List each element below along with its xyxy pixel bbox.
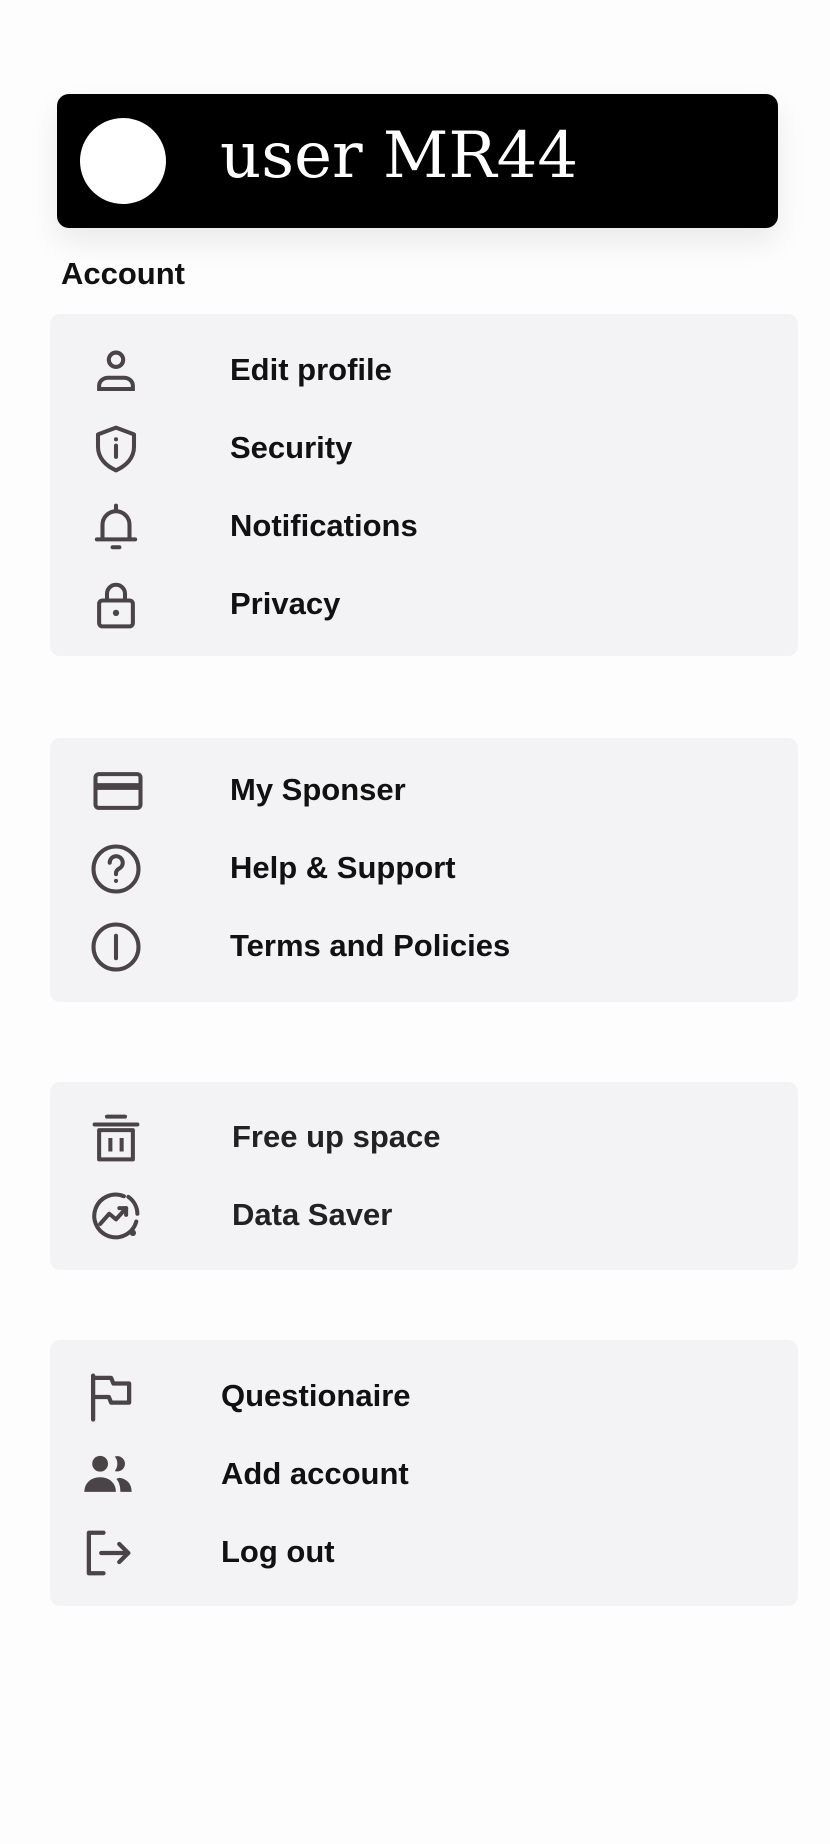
menu-item-free-up-space[interactable]: Free up space (50, 1099, 798, 1177)
info-circle-icon (88, 921, 144, 973)
users-icon (80, 1449, 136, 1501)
storage-group: Free up space Data Saver (50, 1082, 798, 1270)
menu-item-label: Data Saver (232, 1197, 393, 1232)
account-group: Edit profile Security Notifications Priv… (50, 314, 798, 656)
menu-item-log-out[interactable]: Log out (50, 1514, 798, 1592)
menu-item-label: Notifications (230, 508, 418, 543)
shield-icon (88, 423, 144, 475)
menu-item-help-support[interactable]: Help & Support (50, 830, 798, 908)
menu-item-questionaire[interactable]: Questionaire (50, 1358, 798, 1436)
trash-icon (88, 1112, 144, 1164)
menu-item-label: Privacy (230, 586, 341, 621)
menu-item-label: Questionaire (221, 1378, 411, 1413)
lock-icon (88, 579, 144, 631)
menu-item-data-saver[interactable]: Data Saver (50, 1177, 798, 1255)
username: user MR44 (220, 119, 579, 193)
flag-icon (82, 1371, 138, 1423)
menu-item-label: My Sponser (230, 772, 406, 807)
actions-group: Questionaire Add account Log out (50, 1340, 798, 1606)
menu-item-label: Help & Support (230, 850, 456, 885)
menu-item-security[interactable]: Security (50, 410, 798, 488)
menu-item-add-account[interactable]: Add account (50, 1436, 798, 1514)
credit-card-icon (90, 765, 146, 817)
account-section-title: Account (61, 256, 185, 291)
menu-item-label: Security (230, 430, 353, 465)
data-saver-icon (88, 1190, 144, 1242)
menu-item-label: Free up space (232, 1119, 441, 1154)
menu-item-label: Terms and Policies (230, 928, 511, 963)
menu-item-privacy[interactable]: Privacy (50, 566, 798, 644)
menu-item-label: Edit profile (230, 352, 392, 387)
menu-item-notifications[interactable]: Notifications (50, 488, 798, 566)
help-circle-icon (88, 843, 144, 895)
logout-icon (80, 1527, 136, 1579)
menu-item-my-sponser[interactable]: My Sponser (50, 752, 798, 830)
menu-item-label: Log out (221, 1534, 335, 1569)
menu-item-label: Add account (221, 1456, 409, 1491)
menu-item-terms-policies[interactable]: Terms and Policies (50, 908, 798, 986)
bell-icon (88, 501, 144, 553)
user-icon (88, 345, 144, 397)
support-group: My Sponser Help & Support Terms and Poli… (50, 738, 798, 1002)
profile-card[interactable]: user MR44 (57, 94, 778, 228)
menu-item-edit-profile[interactable]: Edit profile (50, 332, 798, 410)
avatar[interactable] (80, 118, 166, 204)
